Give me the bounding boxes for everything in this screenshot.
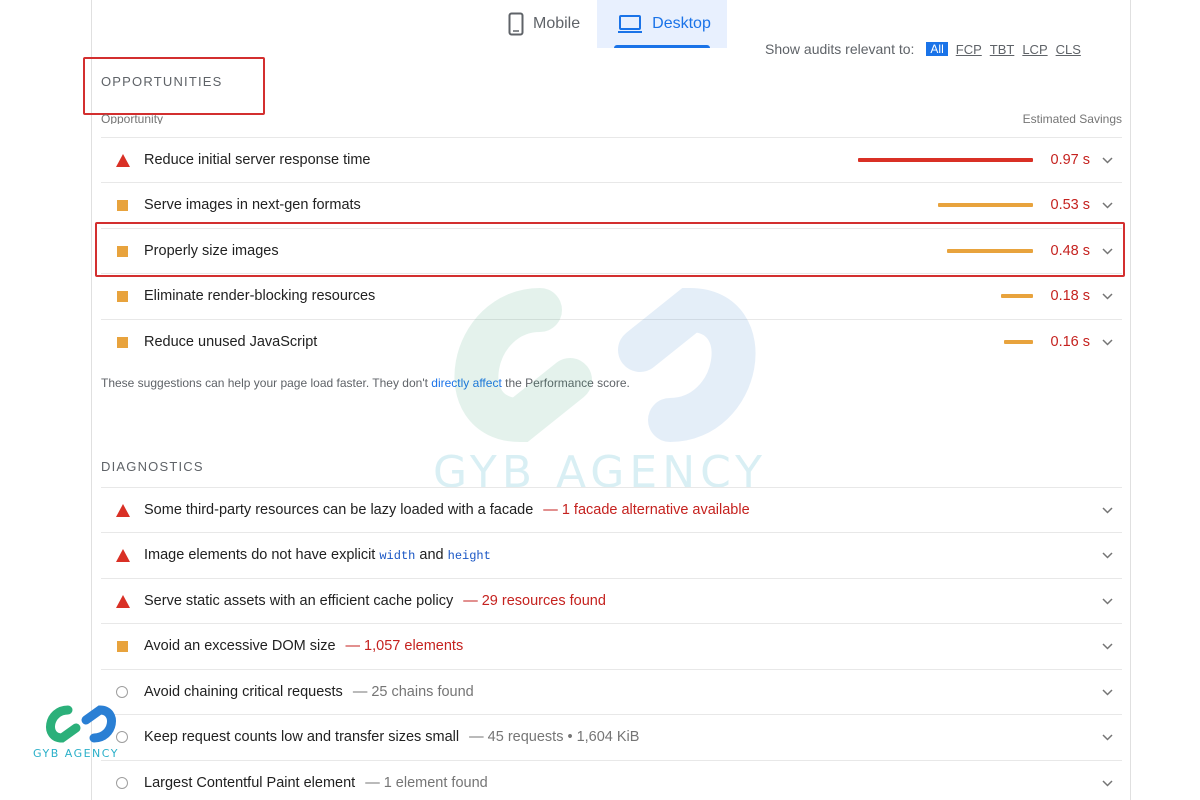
estimated-savings-value: 0.97 s (1050, 152, 1091, 168)
opportunity-column-header: Opportunity (101, 112, 164, 124)
opportunity-row[interactable]: Reduce unused JavaScript 0.16 s (101, 319, 1122, 364)
average-square-icon (117, 336, 128, 348)
filter-chip-cls[interactable]: CLS (1056, 42, 1081, 57)
average-square-icon (117, 290, 128, 302)
row-marker (101, 290, 144, 302)
opportunities-note: These suggestions can help your page loa… (101, 376, 630, 390)
savings-bar-track (853, 249, 1033, 253)
filter-chip-all[interactable]: All (926, 42, 948, 56)
chevron-down-icon[interactable] (1101, 777, 1113, 789)
filter-chip-fcp[interactable]: FCP (956, 42, 982, 57)
chevron-down-icon[interactable] (1101, 504, 1113, 516)
savings-bar-track (853, 294, 1033, 298)
row-marker (101, 336, 144, 348)
diagnostic-title: Some third-party resources can be lazy l… (144, 502, 534, 518)
diagnostic-row[interactable]: Image elements do not have explicit widt… (101, 532, 1122, 577)
diagnostic-title: Image elements do not have explicit widt… (144, 547, 491, 563)
fail-triangle-icon (116, 594, 130, 608)
opportunity-row[interactable]: Properly size images 0.48 s (101, 228, 1122, 273)
chevron-down-icon[interactable] (1101, 336, 1113, 348)
chevron-down-icon[interactable] (1101, 549, 1113, 561)
diagnostic-row[interactable]: Avoid an excessive DOM size — 1,057 eleme… (101, 623, 1122, 668)
chevron-down-icon[interactable] (1101, 595, 1113, 607)
chevron-down-icon[interactable] (1101, 290, 1113, 302)
estimated-savings-value: 0.18 s (1050, 288, 1091, 304)
opportunity-title: Properly size images (144, 243, 279, 259)
diagnostic-row[interactable]: Keep request counts low and transfer siz… (101, 714, 1122, 759)
chevron-down-icon[interactable] (1101, 686, 1113, 698)
row-marker (101, 594, 144, 608)
opportunity-title: Serve images in next-gen formats (144, 197, 361, 213)
diagnostic-title-text: Image elements do not have explicit (144, 547, 380, 563)
audit-filter-label: Show audits relevant to: (765, 41, 915, 57)
diagnostic-title: Avoid an excessive DOM size (144, 638, 336, 654)
row-marker (101, 686, 144, 698)
average-square-icon (117, 245, 128, 257)
savings-bar-track (853, 158, 1033, 162)
code-width: width (379, 549, 416, 563)
filter-chip-tbt[interactable]: TBT (990, 42, 1015, 57)
savings-bar-track (853, 340, 1033, 344)
estimated-savings-value: 0.16 s (1050, 334, 1091, 350)
diagnostic-title-text: and (415, 547, 448, 563)
row-marker (101, 503, 144, 517)
fail-triangle-icon (116, 503, 130, 517)
diagnostic-row[interactable]: Serve static assets with an efficient ca… (101, 578, 1122, 623)
info-circle-icon (116, 686, 128, 698)
diagnostic-title: Largest Contentful Paint element (144, 775, 356, 791)
fail-triangle-icon (116, 153, 130, 167)
chevron-down-icon[interactable] (1101, 245, 1113, 257)
diagnostic-detail: — 45 requests • 1,604 KiB (469, 729, 640, 745)
row-marker (101, 153, 144, 167)
row-marker (101, 548, 144, 562)
average-square-icon (117, 640, 128, 652)
directly-affect-link[interactable]: directly affect (431, 376, 501, 390)
chevron-down-icon[interactable] (1101, 199, 1113, 211)
diagnostic-detail: — 29 resources found (463, 593, 606, 609)
diagnostic-title: Serve static assets with an efficient ca… (144, 593, 454, 609)
average-square-icon (117, 199, 128, 211)
chevron-down-icon[interactable] (1101, 640, 1113, 652)
diagnostic-title: Avoid chaining critical requests (144, 684, 343, 700)
diagnostic-row[interactable]: Some third-party resources can be lazy l… (101, 487, 1122, 532)
fail-triangle-icon (116, 548, 130, 562)
diagnostic-detail: — 25 chains found (352, 684, 474, 700)
code-height: height (447, 549, 491, 563)
savings-bar-track (853, 203, 1033, 207)
estimated-savings-value: 0.53 s (1050, 197, 1091, 213)
savings-bar (858, 158, 1033, 162)
estimated-savings-header: Estimated Savings (1022, 112, 1122, 126)
diagnostic-detail: — 1,057 elements (345, 638, 464, 654)
diagnostics-heading: DIAGNOSTICS (101, 459, 204, 474)
row-marker (101, 199, 144, 211)
diagnostic-row[interactable]: Largest Contentful Paint element — 1 elem… (101, 760, 1122, 800)
logo-text: GYB AGENCY (33, 747, 119, 760)
diagnostic-row[interactable]: Avoid chaining critical requests — 25 cha… (101, 669, 1122, 714)
opportunity-row[interactable]: Reduce initial server response time 0.97 … (101, 137, 1122, 182)
diagnostic-detail: — 1 element found (365, 775, 488, 791)
row-marker (101, 245, 144, 257)
note-text-before: These suggestions can help your page loa… (101, 376, 432, 390)
filter-chip-lcp[interactable]: LCP (1022, 42, 1047, 57)
savings-bar (1001, 294, 1033, 298)
row-marker (101, 777, 144, 789)
opportunities-heading: OPPORTUNITIES (101, 74, 223, 89)
diagnostic-detail: — 1 facade alternative available (543, 502, 750, 518)
diagnostic-title: Keep request counts low and transfer siz… (144, 729, 460, 745)
estimated-savings-value: 0.48 s (1050, 243, 1091, 259)
chevron-down-icon[interactable] (1101, 154, 1113, 166)
savings-bar (938, 203, 1033, 207)
audit-filter: Show audits relevant to: All FCP TBT LCP… (765, 41, 1081, 58)
info-circle-icon (116, 777, 128, 789)
opportunity-title: Reduce initial server response time (144, 152, 371, 168)
savings-bar (947, 249, 1033, 253)
opportunity-title: Reduce unused JavaScript (144, 334, 318, 350)
savings-bar (1004, 340, 1033, 344)
opportunity-row[interactable]: Eliminate render-blocking resources 0.18 … (101, 273, 1122, 318)
row-marker (101, 640, 144, 652)
opportunity-row[interactable]: Serve images in next-gen formats 0.53 s (101, 182, 1122, 227)
opportunity-title: Eliminate render-blocking resources (144, 288, 376, 304)
chevron-down-icon[interactable] (1101, 731, 1113, 743)
note-text-after: the Performance score. (501, 376, 630, 390)
